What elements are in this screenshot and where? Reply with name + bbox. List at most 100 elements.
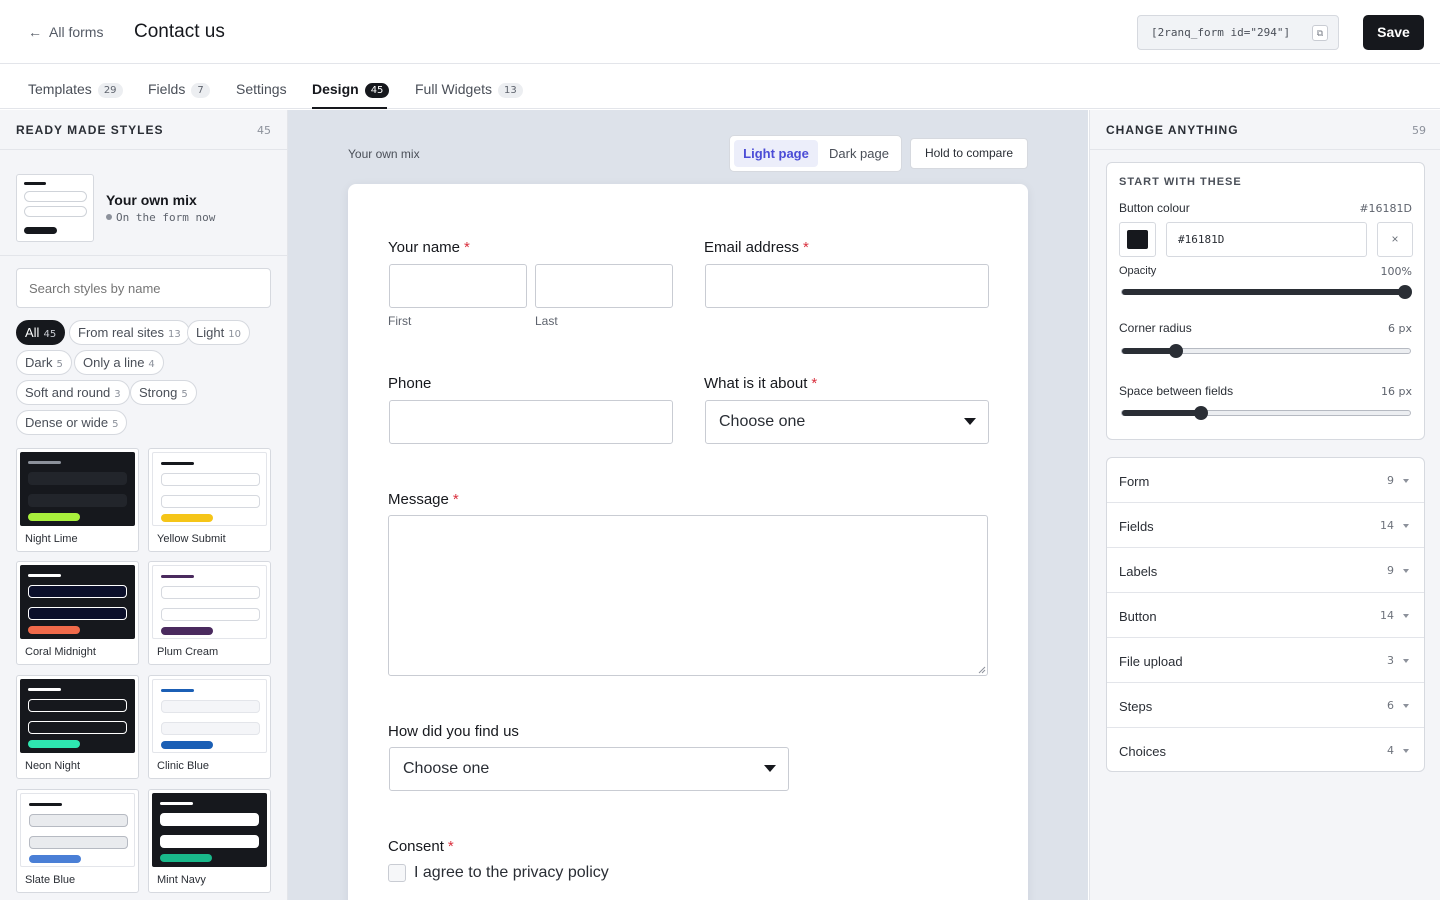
divider xyxy=(1090,149,1440,150)
tab-count: 13 xyxy=(498,83,523,98)
quick-settings-card: START WITH THESE Button colour #16181D ×… xyxy=(1106,162,1425,440)
last-name-input[interactable] xyxy=(535,264,673,308)
first-name-input[interactable] xyxy=(389,264,527,308)
form-preview-card: Your name * First Last Email address * Pho… xyxy=(348,184,1028,900)
consent-checkbox[interactable] xyxy=(388,864,406,882)
settings-sections: Form 9 Fields 14 Labels 9 Button 14 File upload 3… xyxy=(1106,457,1425,772)
button-colour-label: Button colour xyxy=(1119,201,1190,215)
filter-chip-light[interactable]: Light 10 xyxy=(187,320,250,345)
section-steps[interactable]: Steps 6 xyxy=(1107,683,1424,728)
current-style-status: On the form now xyxy=(106,211,215,224)
email-input[interactable] xyxy=(705,264,989,308)
tab-settings[interactable]: Settings xyxy=(236,81,287,97)
clear-colour-icon[interactable]: × xyxy=(1377,222,1413,257)
dark-page-option[interactable]: Dark page xyxy=(818,140,900,167)
topic-select[interactable]: Choose one xyxy=(705,400,989,444)
filter-chip-line[interactable]: Only a line 4 xyxy=(74,350,164,375)
customize-heading: CHANGE ANYTHING xyxy=(1106,123,1239,137)
filter-chip-dark[interactable]: Dark 5 xyxy=(16,350,72,375)
style-name: Mint Navy xyxy=(157,874,206,886)
save-button[interactable]: Save xyxy=(1363,15,1424,50)
chevron-down-icon xyxy=(1403,749,1409,753)
tab-templates[interactable]: Templates 29 xyxy=(28,81,123,98)
section-label: Button xyxy=(1119,609,1157,624)
style-search-input[interactable] xyxy=(16,268,271,308)
styles-count: 45 xyxy=(257,124,271,137)
current-style-thumbnail[interactable] xyxy=(16,174,94,242)
resize-grip-icon[interactable] xyxy=(978,666,986,674)
chevron-down-icon xyxy=(1403,614,1409,618)
section-choices[interactable]: Choices 4 xyxy=(1107,728,1424,773)
message-textarea[interactable] xyxy=(388,515,988,676)
source-select[interactable]: Choose one xyxy=(389,747,789,791)
section-count: 9 xyxy=(1387,564,1394,577)
shortcode-text: [2ranq_form id="294"] xyxy=(1151,26,1291,39)
style-card-plum-cream[interactable]: Plum Cream xyxy=(148,561,271,665)
name-label: Your name * xyxy=(388,239,470,256)
hold-to-compare-button[interactable]: Hold to compare xyxy=(910,138,1028,169)
style-card-mint-navy[interactable]: Mint Navy xyxy=(148,789,271,893)
tab-full-widgets[interactable]: Full Widgets 13 xyxy=(415,81,523,98)
filter-chip-dense-wide[interactable]: Dense or wide 5 xyxy=(16,410,128,435)
topic-label: What is it about * xyxy=(704,375,818,392)
back-label: All forms xyxy=(49,24,104,40)
back-to-all-forms-link[interactable]: ← All forms xyxy=(28,24,103,40)
hex-colour-input[interactable] xyxy=(1166,222,1367,257)
dropdown-arrow-icon xyxy=(964,418,976,425)
shortcode-box[interactable]: [2ranq_form id="294"] ⧉ xyxy=(1137,15,1339,50)
quick-settings-heading: START WITH THESE xyxy=(1119,176,1242,188)
preview-canvas: Your own mix Light page Dark page Hold t… xyxy=(288,110,1088,900)
section-button[interactable]: Button 14 xyxy=(1107,593,1424,638)
filter-chip-soft-round[interactable]: Soft and round 3 xyxy=(16,380,130,405)
style-card-neon-night[interactable]: Neon Night xyxy=(16,675,139,779)
section-count: 6 xyxy=(1387,699,1394,712)
style-card-clinic-blue[interactable]: Clinic Blue xyxy=(148,675,271,779)
preview-style-label: Your own mix xyxy=(348,147,420,161)
chevron-down-icon xyxy=(1403,659,1409,663)
tab-label: Fields xyxy=(148,81,186,97)
slider-handle[interactable] xyxy=(1194,406,1208,420)
style-name: Yellow Submit xyxy=(157,533,226,545)
slider-handle[interactable] xyxy=(1169,344,1183,358)
filter-chip-strong[interactable]: Strong 5 xyxy=(130,380,197,405)
section-file-upload[interactable]: File upload 3 xyxy=(1107,638,1424,683)
filter-chip-real-sites[interactable]: From real sites 13 xyxy=(69,320,190,345)
tab-design[interactable]: Design 45 xyxy=(312,81,390,98)
style-name: Slate Blue xyxy=(25,874,76,886)
style-name: Clinic Blue xyxy=(157,760,209,772)
corner-radius-value: 6 px xyxy=(1388,322,1412,335)
customize-count: 59 xyxy=(1412,124,1426,137)
style-preview xyxy=(20,565,135,639)
section-label: Form xyxy=(1119,474,1150,489)
styles-panel: READY MADE STYLES 45 Your own mix On the… xyxy=(0,110,288,900)
style-card-coral-midnight[interactable]: Coral Midnight xyxy=(16,561,139,665)
opacity-slider[interactable] xyxy=(1121,285,1412,299)
copy-icon[interactable]: ⧉ xyxy=(1312,25,1328,41)
opacity-value: 100% xyxy=(1380,265,1412,278)
section-label: Labels xyxy=(1119,564,1158,579)
source-label: How did you find us xyxy=(388,723,519,740)
light-page-option[interactable]: Light page xyxy=(734,140,818,167)
style-preview xyxy=(20,793,135,867)
chevron-down-icon xyxy=(1403,524,1409,528)
section-form[interactable]: Form 9 xyxy=(1107,458,1424,503)
tab-fields[interactable]: Fields 7 xyxy=(148,81,210,98)
style-card-yellow-submit[interactable]: Yellow Submit xyxy=(148,448,271,552)
back-arrow-icon: ← xyxy=(28,24,42,40)
slider-handle[interactable] xyxy=(1398,285,1412,299)
section-fields[interactable]: Fields 14 xyxy=(1107,503,1424,548)
email-label: Email address * xyxy=(704,239,809,256)
phone-input[interactable] xyxy=(389,400,673,444)
filter-chip-all[interactable]: All 45 xyxy=(16,320,66,345)
first-sublabel: First xyxy=(388,314,412,328)
section-labels[interactable]: Labels 9 xyxy=(1107,548,1424,593)
corner-radius-slider[interactable] xyxy=(1121,344,1411,358)
tab-bar: Templates 29 Fields 7 Settings Design 45 Fu… xyxy=(0,65,1440,109)
spacing-slider[interactable] xyxy=(1121,406,1411,420)
current-style-name: Your own mix xyxy=(106,192,197,208)
section-count: 14 xyxy=(1380,519,1394,532)
style-card-slate-blue[interactable]: Slate Blue xyxy=(16,789,139,893)
style-card-night-lime[interactable]: Night Lime xyxy=(16,448,139,552)
style-name: Neon Night xyxy=(25,760,81,772)
colour-picker-swatch[interactable] xyxy=(1119,222,1156,257)
